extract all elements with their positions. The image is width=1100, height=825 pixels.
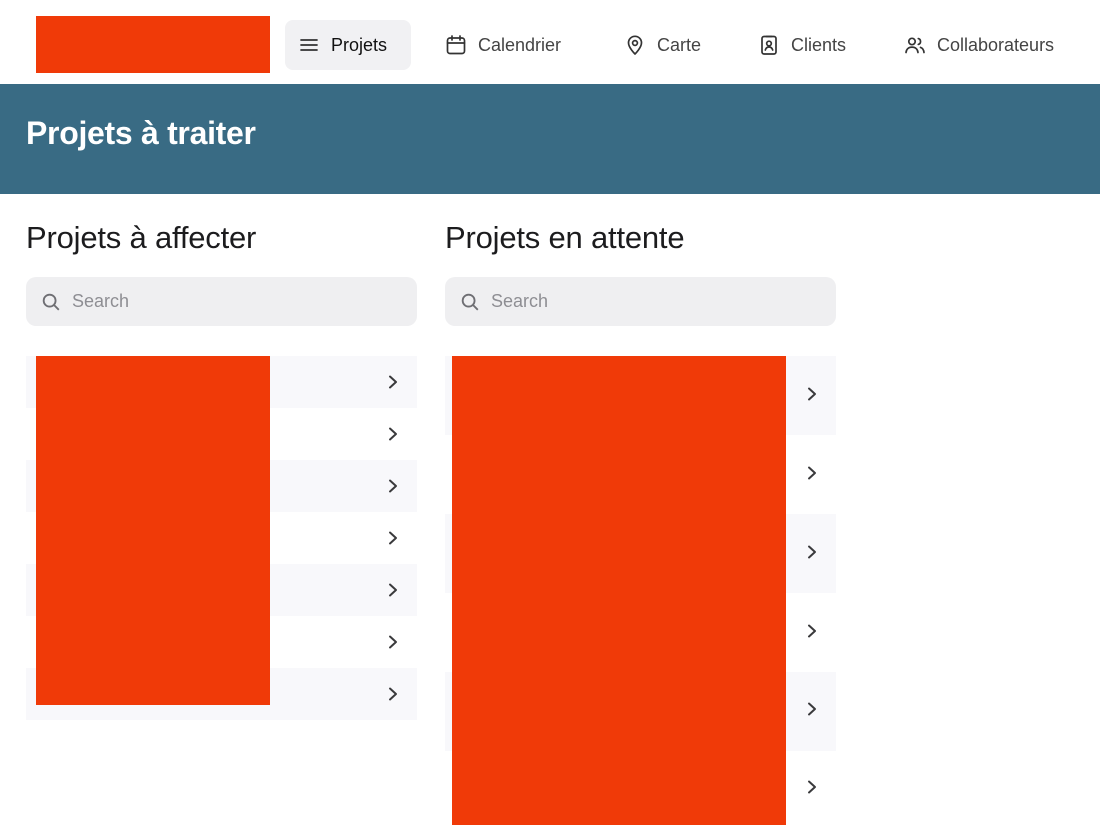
search-icon [42,293,60,310]
chevron-right-icon [806,545,818,559]
redacted-content [452,356,786,825]
chevron-right-icon [387,583,399,597]
nav-item-projets[interactable]: Projets [285,20,411,70]
column-title-projets-en-attente: Projets en attente [445,220,685,255]
menu-icon [300,39,318,51]
search-input[interactable] [72,291,392,312]
redacted-content [36,356,270,705]
chevron-right-icon [387,427,399,441]
nav-item-calendrier[interactable]: Calendrier [444,20,561,70]
logo-redacted [36,16,270,73]
users-icon [905,37,925,54]
chevron-right-icon [387,687,399,701]
chevron-right-icon [387,635,399,649]
nav-item-collaborateurs[interactable]: Collaborateurs [903,20,1054,70]
search-input[interactable] [491,291,811,312]
chevron-right-icon [806,624,818,638]
column-title-projets-a-affecter: Projets à affecter [26,220,257,255]
nav-item-label: Projets [331,34,388,55]
chevron-right-icon [806,780,818,794]
chevron-right-icon [806,702,818,716]
nav-item-label: Carte [657,34,702,55]
chevron-right-icon [387,531,399,545]
chevron-right-icon [806,387,818,401]
nav-item-label: Clients [791,34,847,55]
nav-item-label: Calendrier [478,34,562,55]
search-bar-projets-a-affecter[interactable] [26,277,417,326]
page-title: Projets à traiter [26,115,256,151]
chevron-right-icon [806,466,818,480]
nav-item-label: Collaborateurs [937,34,1055,55]
contact-card-icon [761,35,777,55]
nav-item-carte[interactable]: Carte [623,20,701,70]
search-bar-projets-en-attente[interactable] [445,277,836,326]
chevron-right-icon [387,375,399,389]
map-pin-icon [627,35,643,55]
calendar-icon [446,35,466,55]
search-icon [461,293,479,310]
top-navigation: Projets Calendrier Carte Clients Collabo… [0,0,1100,84]
chevron-right-icon [387,479,399,493]
nav-item-clients[interactable]: Clients [757,20,846,70]
